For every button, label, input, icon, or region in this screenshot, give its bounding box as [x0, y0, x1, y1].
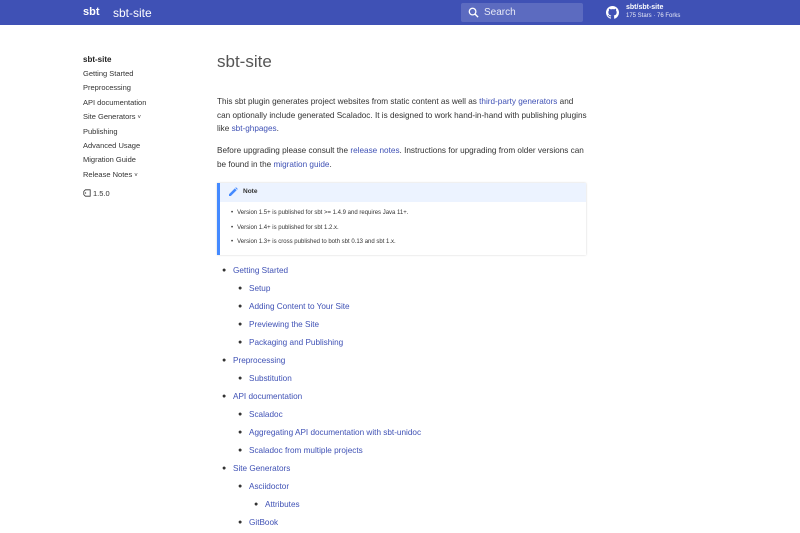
toc-link[interactable]: Asciidoctor [249, 482, 289, 491]
bullet: ● [222, 465, 227, 472]
version-label: 1.5.0 [93, 189, 110, 198]
sidebar-item-label: Preprocessing [83, 83, 131, 93]
sidebar-item-label: API documentation [83, 97, 147, 107]
site-title: sbt-site [113, 6, 152, 20]
toc-link[interactable]: Attributes [265, 500, 300, 509]
toc-item-attributes: ● Attributes [222, 500, 300, 509]
toc-link[interactable]: Getting Started [233, 266, 288, 275]
search-box[interactable] [461, 3, 583, 22]
toc-item-site-generators: ● Site Generators [222, 464, 290, 473]
bullet: ● [238, 285, 243, 292]
sidebar-item-migration-guide[interactable]: Migration Guide [83, 155, 203, 169]
toc-item-scaladoc-multiple: ● Scaladoc from multiple projects [222, 446, 363, 455]
bullet: ● [238, 339, 243, 346]
bullet: ● [238, 483, 243, 490]
toc-link[interactable]: Adding Content to Your Site [249, 302, 350, 311]
bullet: ● [238, 411, 243, 418]
bullet: ● [238, 519, 243, 526]
toc-item-packaging: ● Packaging and Publishing [222, 338, 343, 347]
upgrade-text: . [329, 159, 332, 169]
note-title: Note [243, 188, 258, 195]
third-party-generators-link[interactable]: third-party generators [479, 97, 557, 106]
sidebar-item-site-generators[interactable]: Site Generators ˅ [83, 112, 203, 126]
toc-link[interactable]: Preprocessing [233, 356, 285, 365]
bullet: ● [238, 447, 243, 454]
note-list: Version 1.5+ is published for sbt >= 1.4… [231, 210, 408, 254]
toc-link[interactable]: Packaging and Publishing [249, 338, 343, 347]
toc-link[interactable]: Scaladoc from multiple projects [249, 446, 363, 455]
tag-icon [83, 189, 91, 197]
toc-item-previewing: ● Previewing the Site [222, 320, 319, 329]
sidebar-item-preprocessing[interactable]: Preprocessing [83, 83, 203, 97]
chevron-down-icon[interactable]: ˅ [134, 173, 138, 179]
toc-item-preprocessing: ● Preprocessing [222, 356, 285, 365]
bullet: ● [238, 375, 243, 382]
toc-item-api-documentation: ● API documentation [222, 392, 302, 401]
bullet: ● [222, 357, 227, 364]
sidebar-item-label: Site Generators [83, 112, 136, 122]
toc-item-gitbook: ● GitBook [222, 518, 278, 527]
bullet: ● [222, 393, 227, 400]
bullet: ● [238, 429, 243, 436]
bullet: ● [254, 501, 259, 508]
toc-item-aggregating: ● Aggregating API documentation with sbt-… [222, 428, 421, 437]
page-title: sbt-site [217, 52, 272, 71]
sidebar-item-label: Publishing [83, 126, 118, 136]
toc-item-scaladoc: ● Scaladoc [222, 410, 283, 419]
site-logo[interactable]: sbt [83, 6, 100, 18]
search-input[interactable] [484, 5, 579, 20]
repo-name: sbt/sbt-site [626, 4, 664, 11]
toc-item-adding-content: ● Adding Content to Your Site [222, 302, 350, 311]
toc-link[interactable]: Previewing the Site [249, 320, 319, 329]
toc-link[interactable]: GitBook [249, 518, 278, 527]
toc-link[interactable]: Aggregating API documentation with sbt-u… [249, 428, 421, 437]
toc-link[interactable]: Site Generators [233, 464, 290, 473]
toc-link[interactable]: Substitution [249, 374, 292, 383]
sidebar-item-label: Advanced Usage [83, 140, 141, 150]
upgrade-text: Before upgrading please consult the [217, 146, 351, 155]
bullet: ● [222, 267, 227, 274]
top-header: sbt sbt-site sbt/sbt-site 175 Stars · 76… [0, 0, 800, 25]
toc-item-asciidoctor: ● Asciidoctor [222, 482, 289, 491]
chevron-down-icon[interactable]: ˅ [138, 115, 142, 121]
toc-item-getting-started: ● Getting Started [222, 266, 288, 275]
sidebar-nav: sbt-site Getting Started Preprocessing A… [83, 55, 203, 198]
search-icon [468, 7, 479, 18]
list-item: Version 1.5+ is published for sbt >= 1.4… [231, 210, 408, 225]
toc-item-setup: ● Setup [222, 284, 270, 293]
sidebar-item-label: Migration Guide [83, 155, 136, 165]
toc-link[interactable]: API documentation [233, 392, 302, 401]
sidebar-item-getting-started[interactable]: Getting Started [83, 69, 203, 83]
bullet: ● [238, 321, 243, 328]
list-item: Version 1.4+ is published for sbt 1.2.x. [231, 225, 408, 240]
intro-paragraph: This sbt plugin generates project websit… [217, 95, 587, 136]
toc-item-substitution: ● Substitution [222, 374, 292, 383]
toc-link[interactable]: Setup [249, 284, 270, 293]
list-item: Version 1.3+ is cross published to both … [231, 239, 408, 254]
repo-stats: 175 Stars · 76 Forks [626, 13, 681, 19]
sbt-ghpages-link[interactable]: sbt-ghpages [232, 124, 277, 133]
sidebar-item-label: Release Notes [83, 169, 133, 179]
sidebar-item-label: Getting Started [83, 69, 134, 78]
upgrade-paragraph: Before upgrading please consult the rele… [217, 144, 587, 171]
bullet: ● [238, 303, 243, 310]
toc-link[interactable]: Scaladoc [249, 410, 283, 419]
note-admonition: Note Version 1.5+ is published for sbt >… [217, 183, 586, 255]
intro-text: This sbt plugin generates project websit… [217, 97, 480, 106]
sidebar-item-api-documentation[interactable]: API documentation [83, 98, 203, 112]
sidebar-item-release-notes[interactable]: Release Notes ˅ [83, 170, 203, 184]
intro-text: . [276, 124, 279, 133]
github-icon [606, 6, 619, 19]
sidebar-item-publishing[interactable]: Publishing [83, 127, 203, 141]
version-badge: 1.5.0 [83, 189, 110, 198]
sidebar-item-advanced-usage[interactable]: Advanced Usage [83, 141, 203, 155]
pencil-icon [229, 187, 238, 196]
migration-guide-link[interactable]: migration guide [273, 160, 329, 169]
note-header: Note [220, 183, 586, 202]
release-notes-link[interactable]: release notes [350, 146, 399, 155]
sidebar-title[interactable]: sbt-site [83, 55, 203, 69]
